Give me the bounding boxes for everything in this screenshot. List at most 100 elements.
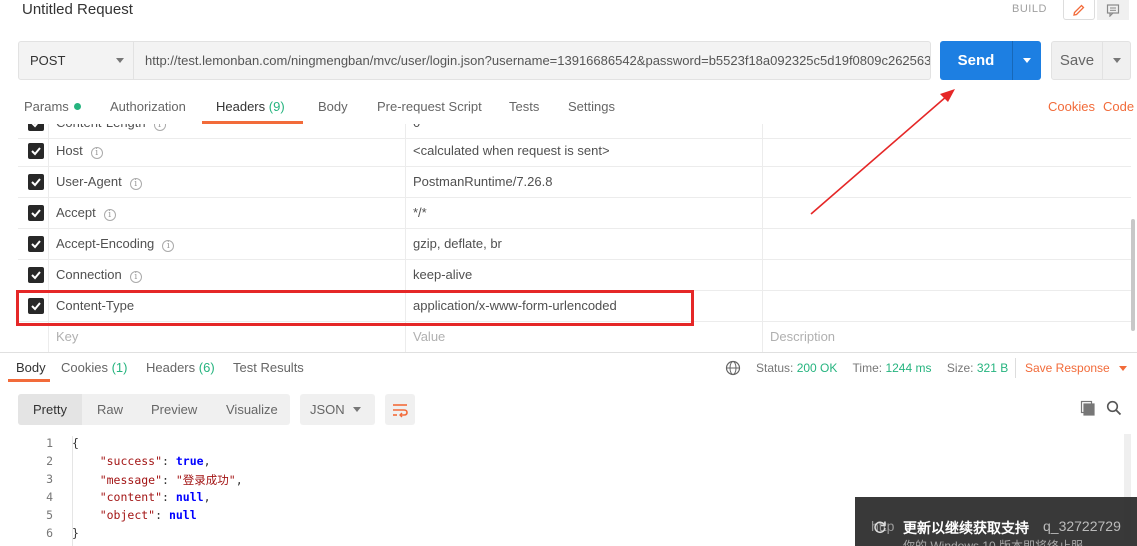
search-icon[interactable] [1106,400,1122,416]
tab-prerequest-script[interactable]: Pre-request Script [377,99,482,114]
line-number: 4 [46,490,53,504]
notification-overlay[interactable]: http 更新以继续获取支持 q_32722729 你的 Windows 10 … [855,497,1137,546]
annotation-highlight-box [16,290,694,326]
response-tab-cookies-count: (1) [111,360,128,375]
title-bar: Untitled Request BUILD [0,0,1137,22]
tab-params[interactable]: Params [24,99,81,114]
json-key: "object" [99,508,156,522]
row-checkbox[interactable] [28,174,44,190]
tab-body[interactable]: Body [318,99,348,114]
edit-button[interactable] [1063,0,1095,20]
params-indicator-dot [73,103,81,110]
save-button[interactable]: Save [1051,41,1103,80]
save-response-button[interactable]: Save Response [1025,361,1110,375]
wrap-lines-button[interactable] [385,394,415,425]
method-value: POST [30,53,66,68]
chevron-down-icon [1112,58,1121,63]
save-label: Save [1059,52,1095,69]
row-checkbox[interactable] [28,124,44,131]
comments-button[interactable] [1097,0,1129,20]
header-key: User-Agent i [56,174,142,190]
tab-params-label: Params [24,99,69,114]
format-select[interactable]: JSON [300,394,375,425]
header-key: Accept-Encoding i [56,236,175,252]
row-checkbox[interactable] [28,267,44,283]
new-key-input[interactable]: Key [56,329,78,344]
chevron-down-icon [1023,58,1031,63]
copy-icon[interactable] [1080,400,1096,416]
build-label[interactable]: BUILD [1012,3,1047,15]
view-mode-pretty[interactable]: Pretty [18,394,82,425]
chevron-down-icon [353,407,361,412]
tab-tests[interactable]: Tests [509,99,539,114]
tab-headers[interactable]: Headers (9) [216,99,285,114]
time-label: Time: [852,361,883,375]
tab-authorization[interactable]: Authorization [110,99,186,114]
view-mode-visualize[interactable]: Visualize [226,394,278,425]
response-tab-headers[interactable]: Headers (6) [146,360,215,375]
wrap-lines-icon [393,403,408,417]
active-tab-indicator [8,379,50,382]
save-options-button[interactable] [1103,41,1131,80]
time-value[interactable]: 1244 ms [885,361,931,375]
json-key: "message" [99,473,163,487]
size-label: Size: [946,361,974,375]
method-select[interactable]: POST [18,41,134,80]
line-number: 1 [46,436,53,450]
header-value: PostmanRuntime/7.26.8 [413,174,553,189]
status-value[interactable]: 200 OK [797,361,838,375]
header-value: <calculated when request is sent> [413,143,610,158]
response-tab-body[interactable]: Body [16,360,46,375]
info-icon[interactable]: i [129,271,142,283]
response-tab-cookies-label: Cookies [61,360,108,375]
info-icon[interactable]: i [129,178,142,190]
tab-settings[interactable]: Settings [568,99,615,114]
new-header-row[interactable]: Key Value Description [18,322,1131,352]
code-text: } [72,526,79,540]
code-line: 1 { [18,436,1118,454]
info-icon[interactable]: i [162,240,175,252]
send-label: Send [957,52,995,69]
table-row: Accept i */* [18,198,1131,229]
row-checkbox[interactable] [28,236,44,252]
pencil-icon [1073,4,1085,16]
info-icon[interactable]: i [103,209,116,221]
code-link[interactable]: Code [1103,99,1134,114]
line-number: 2 [46,454,53,468]
divider [1015,358,1016,378]
chevron-down-icon[interactable] [1119,366,1127,371]
scrollbar[interactable] [1131,219,1135,331]
view-mode-preview[interactable]: Preview [151,394,197,425]
tab-headers-count: (9) [268,99,285,114]
header-value: gzip, deflate, br [413,236,502,251]
row-checkbox[interactable] [28,205,44,221]
response-tab-headers-label: Headers [146,360,196,375]
send-options-button[interactable] [1012,41,1041,80]
info-icon[interactable]: i [153,124,166,131]
globe-icon[interactable] [725,360,741,376]
url-input[interactable]: http://test.lemonban.com/ningmengban/mvc… [134,41,931,80]
response-tab-cookies[interactable]: Cookies (1) [61,360,127,375]
new-description-input[interactable]: Description [770,329,835,344]
code-text: "content": null, [99,490,211,504]
json-value: "登录成功" [175,473,236,487]
response-meta: Status: 200 OK Time: 1244 ms Size: 321 B [756,361,1020,375]
json-value: null [168,508,197,522]
status-label: Status: [756,361,794,375]
request-title[interactable]: Untitled Request [22,1,133,18]
overlay-message: 更新以继续获取支持 [903,520,1029,536]
size-value[interactable]: 321 B [977,361,1008,375]
new-value-input[interactable]: Value [413,329,445,344]
row-checkbox[interactable] [28,143,44,159]
view-mode-raw[interactable]: Raw [97,394,123,425]
refresh-icon [874,521,886,534]
section-divider [0,352,1137,353]
comment-icon [1106,4,1120,17]
info-icon[interactable]: i [90,147,103,159]
table-row: Accept-Encoding i gzip, deflate, br [18,229,1131,260]
line-number: 6 [46,526,53,540]
send-button[interactable]: Send [940,41,1012,80]
code-line: 3 "message": "登录成功", [18,472,1118,490]
cookies-link[interactable]: Cookies [1048,99,1095,114]
response-tab-test-results[interactable]: Test Results [233,360,304,375]
